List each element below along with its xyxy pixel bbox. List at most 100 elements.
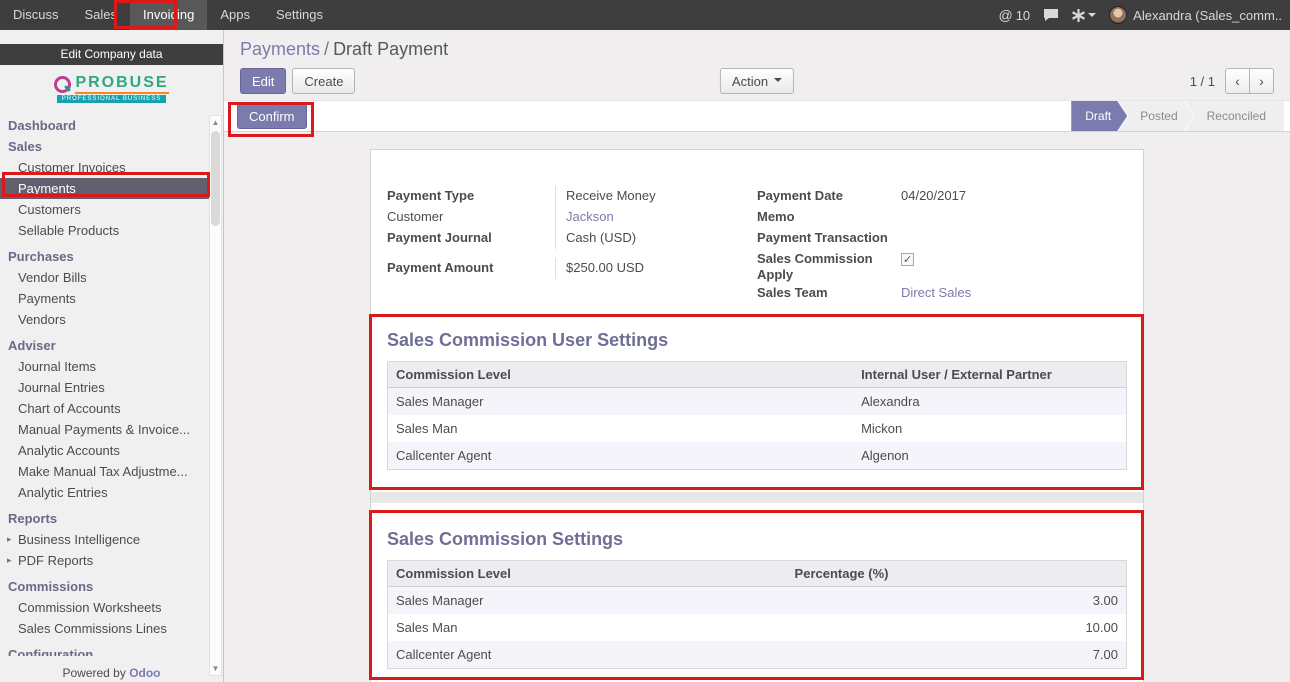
cell-commission-level: Sales Manager [388,388,854,416]
pager-label: 1 / 1 [1190,74,1215,89]
edit-button[interactable]: Edit [240,68,286,94]
sidebar-heading-commissions[interactable]: Commissions [0,576,209,597]
user-menu[interactable]: Alexandra (Sales_comm.. [1109,6,1282,24]
topbar-menu: Discuss Sales Invoicing Apps Settings [0,0,336,30]
topbar-item-sales[interactable]: Sales [72,0,131,30]
sidebar-item-business-intelligence[interactable]: ▸ Business Intelligence [0,529,209,550]
sidebar: Edit Company data PROBUSE PROFESSIONAL B… [0,30,224,682]
sidebar-item-customers[interactable]: Customers [0,199,209,220]
chevron-down-icon [1088,13,1096,21]
cell-commission-level: Callcenter Agent [388,442,854,470]
cell-percentage: 3.00 [787,587,1127,615]
cell-percentage: 7.00 [787,641,1127,669]
topbar-item-invoicing[interactable]: Invoicing [130,0,207,30]
sidebar-item-analytic-accounts[interactable]: Analytic Accounts [0,440,209,461]
statusbar: Confirm Draft Posted Reconciled [224,100,1290,132]
topbar-item-discuss[interactable]: Discuss [0,0,72,30]
sidebar-item-pdf-reports[interactable]: ▸ PDF Reports [0,550,209,571]
customer-link[interactable]: Jackson [566,209,614,224]
sidebar-heading-adviser[interactable]: Adviser [0,335,209,356]
cell-user: Mickon [853,415,1126,442]
mention-count: 10 [1016,8,1030,23]
commission-settings-section: Sales Commission Settings Commission Lev… [387,529,1127,682]
sidebar-scrollbar[interactable]: ▲ ▼ [209,115,222,676]
sidebar-item-label: PDF Reports [18,553,93,568]
sidebar-item-payments[interactable]: Payments [0,178,209,199]
sidebar-heading-sales[interactable]: Sales [0,136,209,157]
sidebar-item-analytic-entries[interactable]: Analytic Entries [0,482,209,503]
asterisk-icon [1072,9,1085,22]
user-avatar [1109,6,1127,24]
cell-commission-level: Sales Man [388,614,787,641]
pager-previous-button[interactable]: ‹ [1225,68,1250,94]
sidebar-menu: Dashboard Sales Customer Invoices Paymen… [0,115,209,656]
state-draft[interactable]: Draft [1071,101,1127,131]
mention-icon: @ [998,7,1012,23]
scrollbar-thumb[interactable] [211,131,220,226]
sidebar-item-journal-entries[interactable]: Journal Entries [0,377,209,398]
sidebar-item-vendors[interactable]: Vendors [0,309,209,330]
state-reconciled[interactable]: Reconciled [1185,101,1284,131]
table-row[interactable]: Sales Manager Alexandra [388,388,1127,416]
sidebar-item-manual-tax-adjustment[interactable]: Make Manual Tax Adjustme... [0,461,209,482]
action-dropdown[interactable]: Action [720,68,794,94]
scroll-up-icon[interactable]: ▲ [210,116,221,129]
sidebar-heading-purchases[interactable]: Purchases [0,246,209,267]
breadcrumb-payments-link[interactable]: Payments [240,39,320,59]
column-header-internal-user[interactable]: Internal User / External Partner [853,362,1126,388]
sidebar-heading-reports[interactable]: Reports [0,508,209,529]
column-header-percentage[interactable]: Percentage (%) [787,561,1127,587]
topbar-item-settings[interactable]: Settings [263,0,336,30]
odoo-link[interactable]: Odoo [129,666,160,680]
table-row[interactable]: Callcenter Agent 7.00 [388,641,1127,669]
field-payment-type: Payment Type Receive Money [387,186,757,207]
sidebar-heading-dashboard[interactable]: Dashboard [0,115,209,136]
confirm-button[interactable]: Confirm [237,103,307,129]
table-row[interactable]: Callcenter Agent Algenon [388,442,1127,470]
user-settings-section: Sales Commission User Settings Commissio… [387,330,1127,503]
payment-form: Payment Type Receive Money Customer Jack… [387,150,1127,304]
breadcrumb-current: Draft Payment [333,39,448,59]
table-row[interactable]: Sales Man Mickon [388,415,1127,442]
main-area: Payments/Draft Payment Edit Create Actio… [224,30,1290,682]
sidebar-item-manual-payments[interactable]: Manual Payments & Invoice... [0,419,209,440]
sales-team-link[interactable]: Direct Sales [901,285,971,300]
activity-menu-button[interactable] [1072,9,1096,22]
sidebar-item-journal-items[interactable]: Journal Items [0,356,209,377]
state-posted[interactable]: Posted [1118,101,1193,131]
sidebar-item-purchase-payments[interactable]: Payments [0,288,209,309]
sidebar-item-sellable-products[interactable]: Sellable Products [0,220,209,241]
column-header-commission-level[interactable]: Commission Level [388,362,854,388]
field-customer: Customer Jackson [387,207,757,228]
sidebar-item-customer-invoices[interactable]: Customer Invoices [0,157,209,178]
action-button[interactable]: Action [720,68,794,94]
user-name: Alexandra (Sales_comm.. [1133,8,1282,23]
pager-next-button[interactable]: › [1249,68,1274,94]
expand-caret-icon: ▸ [7,529,12,550]
sidebar-item-vendor-bills[interactable]: Vendor Bills [0,267,209,288]
payment-journal-label: Payment Journal [387,228,555,249]
mentions-button[interactable]: @ 10 [998,7,1030,23]
field-payment-transaction: Payment Transaction [757,228,1127,249]
chat-icon [1043,8,1059,22]
table-row[interactable]: Sales Manager 3.00 [388,587,1127,615]
sidebar-item-commission-worksheets[interactable]: Commission Worksheets [0,597,209,618]
topbar-item-apps[interactable]: Apps [207,0,263,30]
sidebar-heading-configuration[interactable]: Configuration [0,644,209,656]
sidebar-item-chart-of-accounts[interactable]: Chart of Accounts [0,398,209,419]
payment-date-value: 04/20/2017 [897,186,1127,207]
create-button[interactable]: Create [292,68,355,94]
sales-commission-apply-checkbox[interactable] [901,253,914,266]
section-separator [371,492,1143,503]
field-memo: Memo [757,207,1127,228]
payment-journal-value: Cash (USD) [555,228,757,249]
commission-settings-title: Sales Commission Settings [387,529,1127,550]
messages-button[interactable] [1043,8,1059,22]
table-row[interactable]: Sales Man 10.00 [388,614,1127,641]
memo-value [897,207,1127,228]
sidebar-item-sales-commissions-lines[interactable]: Sales Commissions Lines [0,618,209,639]
column-header-commission-level[interactable]: Commission Level [388,561,787,587]
memo-label: Memo [757,207,897,228]
edit-company-button[interactable]: Edit Company data [0,44,223,65]
logo-subtext: PROFESSIONAL BUSINESS [57,95,166,103]
